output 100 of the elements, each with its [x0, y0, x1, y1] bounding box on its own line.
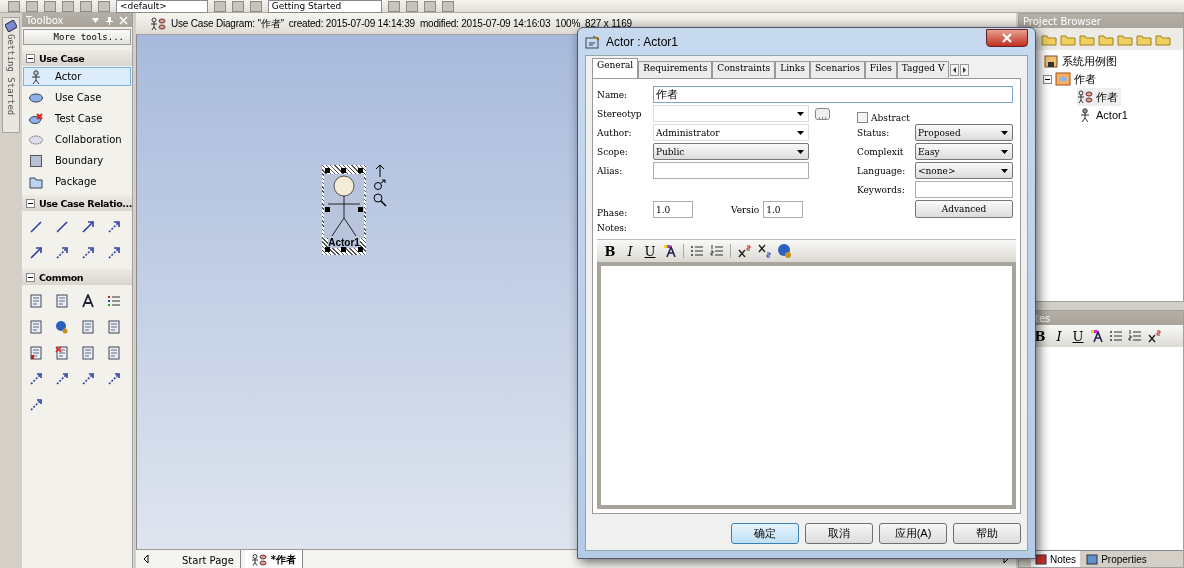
toolbox-item[interactable]: Actor: [23, 67, 131, 86]
toolbox-item[interactable]: Test Case: [23, 109, 131, 128]
toolbox-item[interactable]: Use Case: [23, 88, 131, 107]
toolbar-icon[interactable]: [388, 0, 401, 12]
document-icon[interactable]: [55, 346, 69, 360]
toolbar-icon[interactable]: [1117, 32, 1133, 46]
keywords-field[interactable]: [915, 181, 1013, 198]
toolbox-section-header[interactable]: Use Case: [22, 50, 132, 66]
complexity-dropdown[interactable]: Easy: [915, 143, 1013, 160]
actor-element[interactable]: Actor1: [322, 165, 366, 255]
tree-item[interactable]: 作者: [1043, 70, 1099, 88]
alias-field[interactable]: [653, 162, 809, 179]
resize-handle[interactable]: [358, 247, 363, 252]
dialog-tab[interactable]: General: [592, 58, 639, 78]
toolbar-icon[interactable]: [213, 0, 226, 12]
toolbar-icon[interactable]: [26, 0, 38, 12]
resize-handle[interactable]: [341, 168, 346, 173]
resize-handle[interactable]: [341, 247, 346, 252]
toolbar-icon[interactable]: [249, 0, 262, 12]
dialog-tab[interactable]: Files: [864, 61, 897, 78]
dialog-button[interactable]: 帮助: [953, 523, 1021, 544]
format-button[interactable]: U: [643, 243, 657, 259]
document-icon[interactable]: [81, 346, 95, 360]
resize-handle[interactable]: [358, 168, 363, 173]
bullet-list-icon[interactable]: [1109, 329, 1123, 343]
format-button[interactable]: I: [1052, 328, 1066, 344]
scroll-left-icon[interactable]: [142, 554, 150, 564]
dialog-button[interactable]: 应用(A): [879, 523, 947, 544]
document-icon[interactable]: [29, 320, 43, 334]
scroll-left-icon[interactable]: [950, 63, 960, 76]
connector-icon[interactable]: [81, 246, 95, 260]
toolbar-icon[interactable]: [1098, 32, 1114, 46]
superscript-icon[interactable]: [1147, 329, 1161, 343]
version-field[interactable]: 1.0: [763, 201, 804, 218]
advanced-button[interactable]: Advanced: [915, 200, 1013, 218]
search-icon[interactable]: [373, 193, 387, 207]
connector-icon[interactable]: [81, 220, 95, 234]
language-dropdown[interactable]: <none>: [915, 162, 1013, 179]
author-dropdown[interactable]: Administrator: [653, 124, 809, 141]
document-icon[interactable]: [107, 320, 121, 334]
numbered-list-icon[interactable]: [1128, 329, 1142, 343]
toolbox-section-header[interactable]: Use Case Relatio...: [22, 195, 132, 211]
toolbar-icon[interactable]: [1041, 32, 1057, 46]
toolbar-icon[interactable]: [44, 0, 56, 12]
diagram-tab[interactable]: Start Page: [154, 550, 241, 568]
format-button[interactable]: U: [1071, 328, 1085, 344]
format-button[interactable]: I: [623, 243, 637, 259]
dialog-tab[interactable]: Constraints: [712, 61, 776, 78]
diagram-tab[interactable]: *作者: [244, 550, 304, 568]
scroll-right-icon[interactable]: [960, 63, 970, 76]
link-icon[interactable]: [373, 179, 387, 191]
toolbox-item[interactable]: Collaboration: [23, 130, 131, 149]
dropdown-icon[interactable]: [91, 15, 100, 25]
bullet-list-icon[interactable]: [690, 244, 704, 258]
format-button[interactable]: B: [603, 243, 617, 259]
toolbar-icon[interactable]: [62, 0, 74, 12]
panel-tab[interactable]: Properties: [1082, 551, 1151, 567]
status-dropdown[interactable]: Proposed: [915, 124, 1013, 141]
connector-icon[interactable]: [29, 246, 43, 260]
resize-handle[interactable]: [358, 207, 363, 212]
connector-icon[interactable]: [55, 246, 69, 260]
document-icon[interactable]: [29, 294, 43, 308]
collapse-icon[interactable]: [1043, 74, 1052, 84]
toolbar-icon[interactable]: [1079, 32, 1095, 46]
more-tools-button[interactable]: More tools...: [23, 29, 131, 45]
close-button[interactable]: [986, 28, 1028, 47]
connector-icon[interactable]: [29, 372, 43, 386]
browse-button[interactable]: [815, 107, 830, 120]
list-icon[interactable]: [107, 294, 121, 308]
tree-item[interactable]: 作者: [1077, 88, 1121, 106]
tree-item[interactable]: Actor1: [1077, 106, 1131, 124]
side-tab[interactable]: Getting Started: [2, 17, 20, 133]
up-arrow-icon[interactable]: [375, 163, 385, 177]
globe-icon[interactable]: [55, 320, 69, 334]
numbered-list-icon[interactable]: [710, 244, 724, 258]
connector-icon[interactable]: [107, 372, 121, 386]
toolbar-icon[interactable]: [442, 0, 455, 12]
connector-icon[interactable]: [107, 220, 121, 234]
toolbar-icon[interactable]: [8, 0, 20, 12]
font-color-icon[interactable]: [663, 244, 677, 258]
letter-a-icon[interactable]: [81, 294, 95, 308]
connector-icon[interactable]: [55, 372, 69, 386]
resize-handle[interactable]: [325, 247, 330, 252]
resize-handle[interactable]: [325, 168, 330, 173]
toolbar-icon[interactable]: [1060, 32, 1076, 46]
panel-tab[interactable]: Notes: [1031, 551, 1081, 567]
name-field[interactable]: 作者: [653, 86, 1013, 103]
toolbar-icon[interactable]: [1136, 32, 1152, 46]
document-icon[interactable]: [55, 294, 69, 308]
connector-icon[interactable]: [55, 220, 69, 234]
toolbar-icon[interactable]: [424, 0, 437, 12]
toolbar-dropdown[interactable]: Getting Started: [267, 0, 383, 13]
dialog-tab[interactable]: Tagged V: [896, 61, 950, 78]
document-icon[interactable]: [29, 346, 43, 360]
pin-icon[interactable]: [105, 15, 114, 25]
toolbar-icon[interactable]: [406, 0, 419, 12]
toolbox-section-header[interactable]: Common: [22, 269, 132, 285]
toolbar-dropdown[interactable]: <default>: [116, 0, 208, 13]
toolbar-icon[interactable]: [1155, 32, 1171, 46]
phase-field[interactable]: 1.0: [653, 201, 693, 218]
